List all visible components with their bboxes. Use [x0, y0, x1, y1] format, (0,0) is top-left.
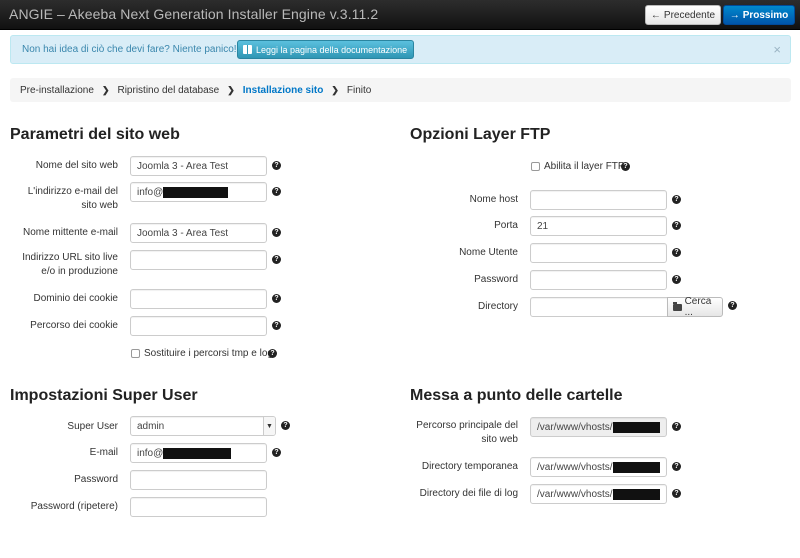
crumb-database-restore: Ripristino del database [117, 84, 220, 96]
top-bar: ANGIE – Akeeba Next Generation Installer… [0, 0, 800, 30]
sender-name-input[interactable]: Joomla 3 - Area Test [130, 223, 267, 243]
help-icon[interactable]: ? [672, 275, 681, 284]
ftp-host-label: Nome host [469, 194, 518, 205]
sender-name-label: Nome mittente e-mail [22, 227, 118, 238]
help-icon[interactable]: ? [272, 161, 281, 170]
browse-button-label: Cerca ... [684, 296, 712, 318]
su-email-label: E-mail [89, 447, 118, 458]
site-params-title: Parametri del sito web [10, 126, 180, 143]
enable-ftp-label: Abilita il layer FTP [544, 161, 625, 172]
help-icon[interactable]: ? [272, 187, 281, 196]
ftp-port-label: Porta [494, 220, 518, 231]
help-icon[interactable]: ? [672, 248, 681, 257]
help-icon[interactable]: ? [272, 255, 281, 264]
book-icon [243, 45, 252, 54]
cookie-domain-label: Dominio dei cookie [33, 293, 119, 304]
site-name-label: Nome del sito web [35, 160, 118, 171]
redacted-block [612, 488, 660, 500]
live-url-input[interactable] [130, 250, 267, 270]
site-email-input[interactable]: info@ [130, 182, 267, 202]
chevron-right-icon: ❯ [227, 84, 235, 95]
help-icon[interactable]: ? [272, 448, 281, 457]
tmp-dir-value: /var/www/vhosts/ [537, 461, 613, 473]
super-user-title: Impostazioni Super User [10, 387, 198, 404]
redacted-block [163, 186, 229, 198]
ftp-password-label: Password [474, 274, 518, 285]
su-password-repeat-input[interactable] [130, 497, 267, 517]
help-icon[interactable]: ? [672, 221, 681, 230]
su-password-input[interactable] [130, 470, 267, 490]
ftp-host-input[interactable] [530, 190, 667, 210]
help-icon[interactable]: ? [672, 489, 681, 498]
breadcrumb: Pre-installazione ❯ Ripristino del datab… [10, 78, 791, 102]
super-user-label: Super User [67, 421, 118, 432]
previous-button[interactable]: ← Precedente [645, 5, 721, 25]
site-name-input[interactable]: Joomla 3 - Area Test [130, 156, 267, 176]
crumb-finished: Finito [346, 84, 372, 96]
alert-text: Non hai idea di ciò che devi fare? Nient… [22, 44, 237, 55]
su-email-value: info@ [137, 447, 164, 459]
documentation-button-label: Leggi la pagina della documentazione [256, 44, 408, 55]
help-icon[interactable]: ? [621, 162, 630, 171]
tmp-dir-input[interactable]: /var/www/vhosts/ [530, 457, 667, 477]
close-icon[interactable]: × [773, 42, 781, 57]
log-dir-value: /var/www/vhosts/ [537, 488, 613, 500]
ftp-user-input[interactable] [530, 243, 667, 263]
site-email-label: L'indirizzo e-mail del sito web [27, 186, 118, 211]
help-icon[interactable]: ? [272, 294, 281, 303]
arrow-left-icon: ← [650, 9, 661, 21]
cookie-domain-input[interactable] [130, 289, 267, 309]
help-icon[interactable]: ? [272, 228, 281, 237]
help-icon[interactable]: ? [672, 462, 681, 471]
log-dir-label: Directory dei file di log [419, 488, 518, 499]
crumb-site-setup: Installazione sito [242, 84, 324, 96]
live-url-label: Indirizzo URL sito live e/o in produzion… [22, 252, 118, 277]
su-password-repeat-label: Password (ripetere) [30, 501, 118, 512]
ftp-port-input[interactable]: 21 [530, 216, 667, 236]
crumb-pre-install: Pre-installazione [20, 84, 94, 96]
help-icon[interactable]: ? [268, 349, 277, 358]
info-alert: Non hai idea di ciò che devi fare? Nient… [10, 35, 791, 64]
root-path-label: Percorso principale del sito web [416, 420, 518, 445]
su-password-label: Password [74, 474, 118, 485]
ftp-password-input[interactable] [530, 270, 667, 290]
browse-button[interactable]: Cerca ... [667, 296, 723, 318]
ftp-user-label: Nome Utente [459, 247, 518, 258]
ftp-directory-label: Directory [477, 301, 518, 312]
help-icon[interactable]: ? [672, 195, 681, 204]
chevron-right-icon: ❯ [101, 84, 110, 95]
ftp-directory-input[interactable] [530, 297, 668, 317]
super-user-select[interactable]: admin ▼ [130, 416, 276, 436]
arrow-right-icon: → [729, 9, 740, 21]
folder-open-icon [673, 301, 682, 311]
tmp-dir-label: Directory temporanea [421, 461, 518, 472]
app-title: ANGIE – Akeeba Next Generation Installer… [9, 6, 379, 22]
help-icon[interactable]: ? [281, 421, 290, 430]
next-button[interactable]: → Prossimo [723, 5, 795, 25]
cookie-path-label: Percorso dei cookie [30, 320, 118, 331]
ftp-title: Opzioni Layer FTP [410, 126, 551, 143]
folders-title: Messa a punto delle cartelle [410, 387, 623, 404]
previous-button-label: Precedente [663, 9, 716, 21]
su-email-input[interactable]: info@ [130, 443, 267, 463]
help-icon[interactable]: ? [728, 301, 737, 310]
caret-down-icon: ▼ [263, 417, 275, 435]
redacted-block [163, 447, 232, 459]
site-email-value: info@ [137, 186, 164, 198]
replace-paths-checkbox[interactable] [131, 349, 140, 358]
root-path-value: /var/www/vhosts/ [537, 421, 613, 433]
replace-paths-label: Sostituire i percorsi tmp e log [144, 348, 273, 359]
log-dir-input[interactable]: /var/www/vhosts/ [530, 484, 667, 504]
redacted-block [612, 421, 660, 433]
help-icon[interactable]: ? [272, 321, 281, 330]
cookie-path-input[interactable] [130, 316, 267, 336]
help-icon[interactable]: ? [672, 422, 681, 431]
super-user-value: admin [137, 420, 165, 432]
enable-ftp-checkbox[interactable] [531, 162, 540, 171]
next-button-label: Prossimo [742, 9, 789, 21]
documentation-button[interactable]: Leggi la pagina della documentazione [237, 40, 415, 59]
redacted-block [612, 461, 660, 473]
root-path-input[interactable]: /var/www/vhosts/ [530, 417, 667, 437]
chevron-right-icon: ❯ [331, 84, 339, 95]
